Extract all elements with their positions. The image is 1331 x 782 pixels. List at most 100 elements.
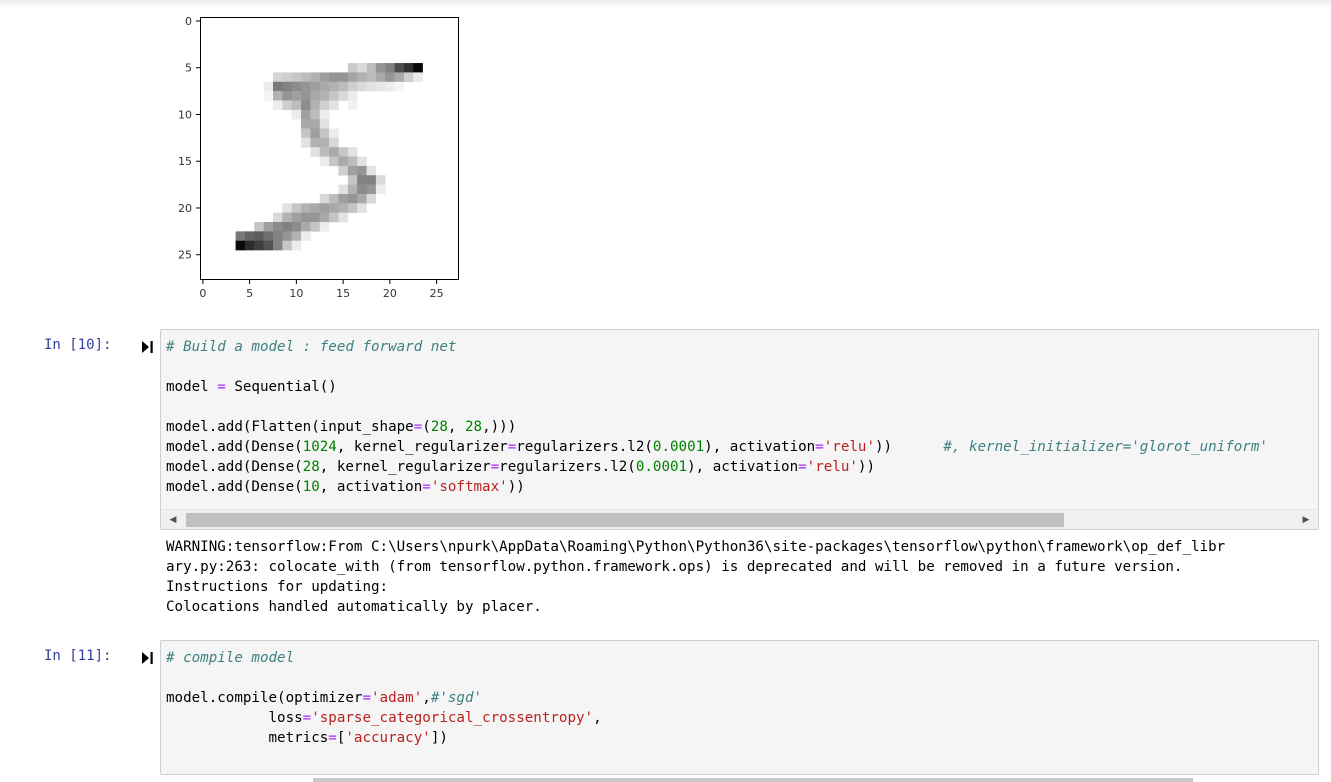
pixel [291, 72, 302, 83]
pixel [319, 128, 330, 139]
pixel [273, 222, 283, 232]
pixel [235, 240, 246, 251]
pixel [347, 175, 358, 185]
pixel [385, 81, 395, 92]
code-token: , kernel_regularizer [319, 459, 491, 475]
pixel [347, 100, 358, 111]
pixel [301, 137, 311, 148]
code-token: = [490, 459, 500, 475]
x-tick-label: 20 [383, 287, 397, 300]
pixel [338, 184, 349, 195]
cell-11-input[interactable]: # compile model model.compile(optimizer =… [160, 640, 1319, 775]
pixel [310, 109, 321, 120]
y-tick-label: 25 [178, 249, 192, 262]
code-token: loss [166, 710, 303, 726]
pixel [375, 72, 386, 83]
pixel [338, 81, 349, 92]
cell-11-code[interactable]: # compile model model.compile(optimizer =… [166, 648, 602, 748]
code-line: model.add(Dense(10, activation='softmax'… [166, 477, 1268, 497]
code-line: # compile model [166, 648, 602, 668]
pixel [301, 109, 311, 120]
pixel [329, 81, 339, 92]
pixel [329, 193, 339, 204]
pixel [357, 72, 367, 83]
code-token: = [507, 439, 517, 455]
code-token: 28 [430, 419, 448, 435]
scroll-left-arrow-icon[interactable]: ◀ [164, 510, 182, 529]
pixel [291, 91, 302, 101]
pixel [310, 222, 321, 232]
pixel [338, 147, 349, 157]
pixel [366, 63, 377, 73]
pixel [282, 100, 292, 111]
scroll-right-arrow-icon[interactable]: ▶ [1297, 510, 1315, 529]
code-token: , [593, 710, 602, 726]
y-tick-label: 10 [178, 108, 192, 121]
code-token: = [217, 379, 226, 395]
pixel [385, 63, 395, 73]
pixel [291, 240, 302, 251]
code-token: ), activation [687, 459, 799, 475]
bottom-scrollbar[interactable] [313, 778, 1193, 782]
y-tick-label: 0 [185, 15, 192, 28]
pixel [310, 100, 321, 111]
pixel [319, 72, 330, 83]
pixel [263, 231, 274, 241]
code-token: 0.0001 [635, 459, 688, 475]
code-token: model.compile(optimizer [166, 690, 363, 706]
pixel [310, 212, 321, 223]
pixel [273, 212, 283, 223]
pixel [301, 91, 311, 101]
pixel [301, 231, 311, 241]
pixel [347, 184, 358, 195]
pixel [310, 72, 321, 83]
code-token: 1024 [302, 439, 337, 455]
code-token: metrics [166, 730, 329, 746]
pixel [319, 222, 330, 232]
pixel [338, 156, 349, 167]
code-line: metrics=['accuracy']) [166, 728, 602, 748]
pixel [357, 63, 367, 73]
output-line: ary.py:263: colocate_with (from tensorfl… [166, 559, 1183, 575]
code-token: ( [422, 419, 431, 435]
pixel [235, 231, 246, 241]
pixel [357, 203, 367, 213]
code-token: 'softmax' [430, 479, 508, 495]
pixel [394, 63, 405, 73]
pixel [310, 147, 321, 157]
pixel [319, 212, 330, 223]
scrollbar-thumb[interactable] [186, 513, 1064, 527]
code-token: = [302, 710, 312, 726]
code-token: 28 [302, 459, 320, 475]
pixel [310, 119, 321, 129]
cell-10-code[interactable]: # Build a model : feed forward net model… [166, 337, 1268, 497]
code-token: 0.0001 [652, 439, 705, 455]
code-token: 10 [302, 479, 320, 495]
code-token: model.add(Dense( [166, 479, 303, 495]
pixel [347, 147, 358, 157]
code-token: #, kernel_initializer='glorot_uniform' [943, 439, 1268, 455]
pixel [375, 63, 386, 73]
code-token: 28 [465, 419, 483, 435]
pixel [263, 240, 274, 251]
run-cell-icon[interactable] [142, 340, 154, 354]
y-tick-label: 20 [178, 202, 192, 215]
pixel [254, 222, 264, 232]
pixel [366, 193, 377, 204]
pixel [263, 81, 274, 92]
pixel [291, 222, 302, 232]
code-token: = [328, 730, 337, 746]
horizontal-scrollbar[interactable]: ◀ ▶ [161, 509, 1318, 529]
pixel [357, 165, 367, 176]
pixel [338, 72, 349, 83]
pixel [413, 72, 423, 83]
cell-10-input[interactable]: # Build a model : feed forward net model… [160, 329, 1319, 530]
pixel [282, 91, 292, 101]
pixel [254, 240, 264, 251]
pixel [375, 175, 386, 185]
pixel [291, 231, 302, 241]
code-token: regularizers.l2( [499, 459, 636, 475]
run-cell-icon[interactable] [142, 651, 154, 665]
